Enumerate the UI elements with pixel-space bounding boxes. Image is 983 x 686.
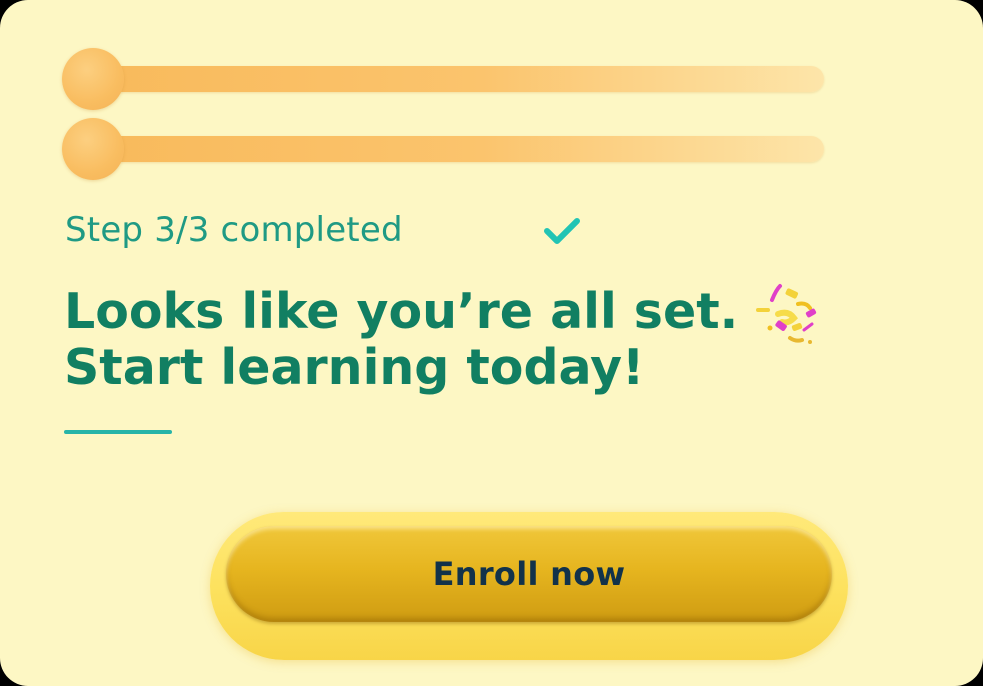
onboarding-card: Step 3/3 completed Looks like you’re all… — [0, 0, 983, 686]
headline-line-2: Start learning today! — [64, 339, 645, 396]
check-icon — [544, 218, 580, 244]
confetti-icon — [756, 284, 817, 344]
enroll-now-button[interactable]: Enroll now — [226, 526, 832, 622]
slider-knob[interactable] — [62, 48, 124, 110]
progress-slider-2[interactable] — [62, 118, 824, 180]
headline-line-1: Looks like you’re all set. — [64, 283, 739, 340]
step-status: Step 3/3 completed — [65, 208, 625, 252]
page-title: Looks like you’re all set. Start learnin… — [64, 284, 824, 396]
progress-slider-1[interactable] — [62, 48, 824, 110]
slider-knob[interactable] — [62, 118, 124, 180]
step-status-text: Step 3/3 completed — [65, 210, 403, 250]
divider — [64, 430, 172, 434]
